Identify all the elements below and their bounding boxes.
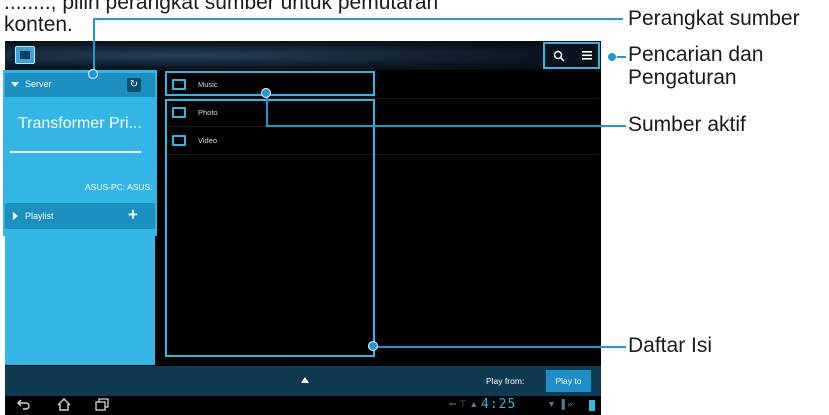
callout-line [266,125,626,127]
signal-icons: ▼ ▐ » [547,399,573,409]
highlight-source-device [3,70,157,236]
play-from-label: Play from: [486,376,525,386]
clock: 4:25 [481,397,517,412]
callout-active-source: Sumber aktif [628,113,746,136]
callout-source-device: Perangkat sumber [628,7,800,30]
callout-dot [368,341,378,351]
caption-line-2: konten. [4,13,73,36]
play-to-button[interactable]: Play to [546,370,591,392]
system-bar: ⇐ ⊤ ▲ 4:25 ▼ ▐ » [5,396,601,415]
highlight-content-list [165,99,375,357]
battery-icon [589,400,595,411]
top-caption: ........, pilih perangkat sumber untuk p… [4,0,564,40]
recent-apps-icon[interactable] [95,398,109,414]
up-arrow-icon[interactable] [301,377,309,383]
callout-content-list: Daftar Isi [628,334,713,357]
home-icon[interactable] [57,398,71,414]
callout-line [377,346,626,348]
caption-line-1: ........, pilih perangkat sumber untuk p… [4,0,439,14]
app-icon[interactable] [15,46,35,64]
callout-search-settings-2: Pengaturan [628,66,737,89]
highlight-search-settings [543,42,600,69]
callout-dot [607,52,617,62]
callout-dot [261,88,271,98]
bottom-bar: Play from: Play to [5,366,601,396]
callout-line [93,18,623,20]
callout-search-settings-1: Pencarian dan [628,43,764,66]
callout-line [93,18,95,73]
callout-dot [88,69,98,79]
status-icons: ⇐ ⊤ ▲ [449,399,479,409]
back-icon[interactable] [17,398,31,413]
